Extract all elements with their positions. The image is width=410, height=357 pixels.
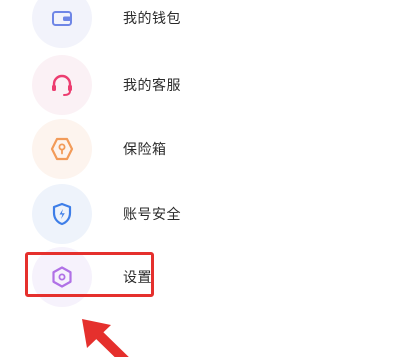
safe-box-icon [32, 119, 92, 179]
menu-item-label: 账号安全 [123, 207, 181, 223]
menu-item-safe-box[interactable]: 保险箱 [32, 119, 392, 179]
shield-icon [32, 184, 92, 244]
settings-highlight-box [25, 252, 154, 297]
wallet-icon [32, 0, 92, 48]
headset-icon [32, 55, 92, 115]
menu-item-account-security[interactable]: 账号安全 [32, 184, 392, 244]
menu-item-label: 保险箱 [123, 142, 167, 158]
menu-item-label: 我的客服 [123, 78, 181, 94]
menu-item-label: 我的钱包 [123, 11, 181, 27]
settings-menu-page: 我的钱包 我的客服 保险箱 账号安全 设置 [0, 0, 410, 357]
menu-item-wallet[interactable]: 我的钱包 [32, 0, 392, 48]
menu-item-customer-service[interactable]: 我的客服 [32, 55, 392, 115]
